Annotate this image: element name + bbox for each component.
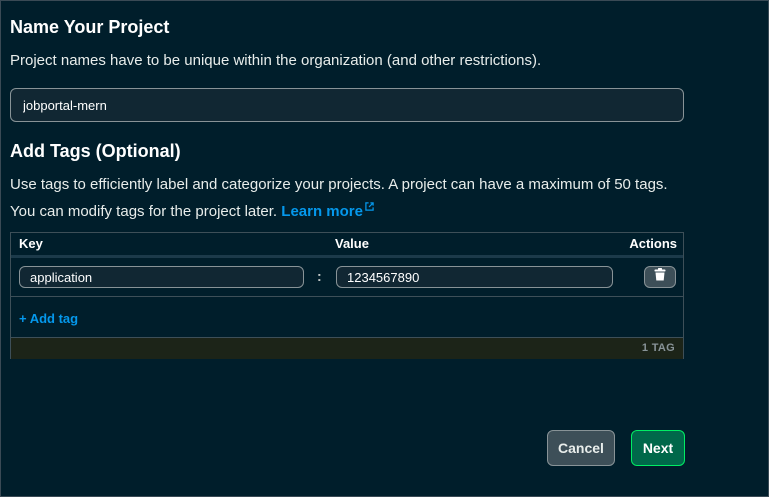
next-button[interactable]: Next [631, 430, 685, 466]
learn-more-label: Learn more [281, 203, 363, 220]
tags-table: Key Value Actions : + Add tag 1 TAG [10, 232, 684, 359]
tag-value-input[interactable] [336, 266, 613, 288]
tag-count: 1 TAG [641, 342, 675, 354]
tags-table-header: Key Value Actions [11, 233, 683, 258]
name-project-description: Project names have to be unique within t… [10, 52, 542, 69]
tags-table-footer: 1 TAG [11, 337, 683, 359]
row-divider [11, 296, 683, 297]
tag-key-input[interactable] [19, 266, 304, 288]
add-tags-heading: Add Tags (Optional) [10, 141, 181, 161]
external-link-icon [365, 196, 374, 218]
project-name-input[interactable] [10, 88, 684, 122]
learn-more-link[interactable]: Learn more [281, 202, 374, 220]
cancel-button[interactable]: Cancel [547, 430, 615, 466]
key-value-separator: : [317, 268, 322, 284]
delete-tag-button[interactable] [644, 266, 676, 288]
add-tag-link[interactable]: + Add tag [19, 311, 78, 326]
value-column-header: Value [335, 236, 369, 251]
add-tags-description: Use tags to efficiently label and catego… [10, 174, 684, 223]
actions-column-header: Actions [629, 236, 677, 251]
name-project-heading: Name Your Project [10, 17, 170, 37]
key-column-header: Key [19, 236, 43, 251]
trash-icon [654, 268, 666, 286]
